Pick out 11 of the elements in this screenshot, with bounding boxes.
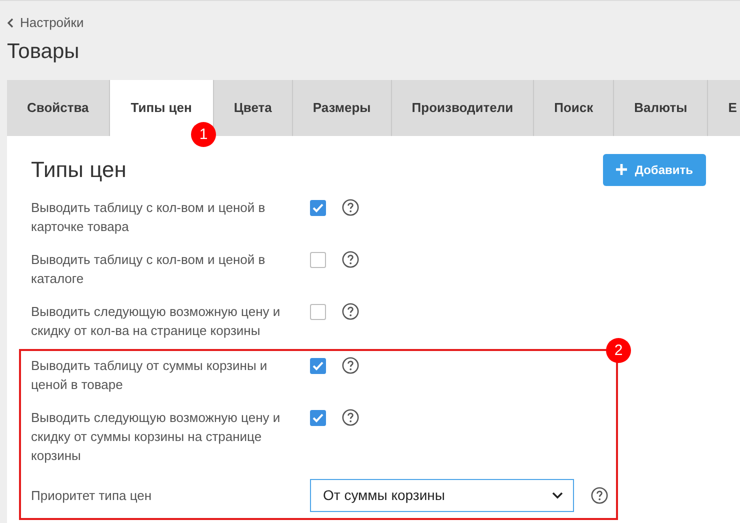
callout-badge: 2	[606, 338, 631, 362]
setting-label: Выводить следующую возможную цену и скидку от кол-ва на странице корзины	[31, 302, 282, 340]
section-title: Типы цен	[31, 156, 126, 182]
setting-label: Приоритет типа цен	[31, 486, 153, 504]
setting-label: Выводить следующую возможную цену и скидку от суммы корзины на странице корзины	[31, 408, 282, 464]
setting-label: Выводить таблицу с кол-вом и ценой в карточке товара	[31, 198, 266, 236]
setting-label: Выводить таблицу от суммы корзины и ценой в товаре	[31, 356, 268, 394]
page-title: Товары	[7, 40, 80, 64]
select-field[interactable]: От суммы корзины	[310, 478, 574, 512]
setting-label: Выводить таблицу с кол-вом и ценой в каталоге	[31, 250, 266, 288]
back-link[interactable]: Настройки	[7, 15, 84, 30]
